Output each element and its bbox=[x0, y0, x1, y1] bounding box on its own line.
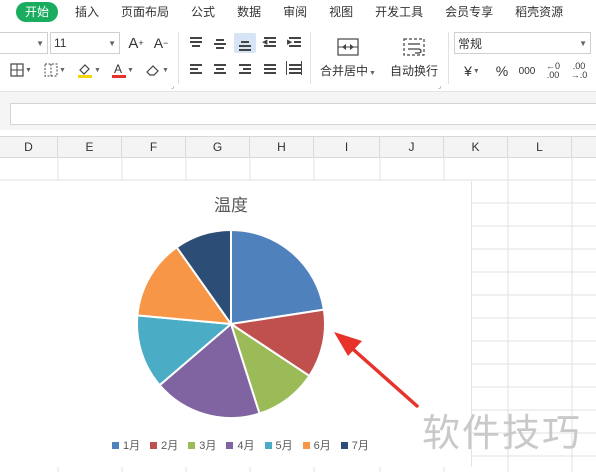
watermark: 软件技巧 bbox=[422, 411, 583, 455]
arrow-shaft bbox=[344, 341, 419, 408]
